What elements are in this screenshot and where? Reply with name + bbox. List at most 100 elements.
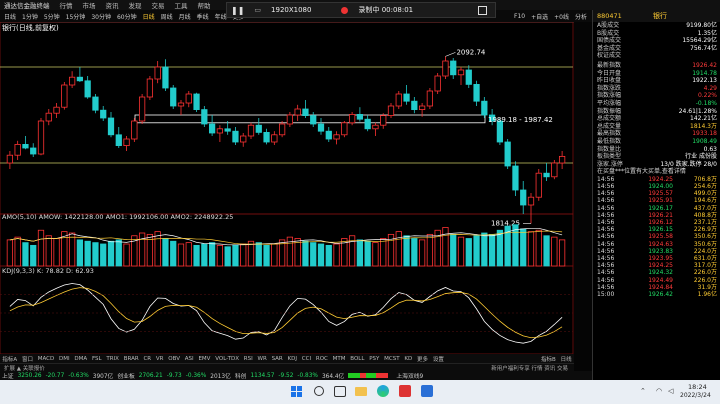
tick-price: 1924.25 [648,175,673,183]
indicator-tab[interactable]: BOLL [350,356,364,362]
candle-body [247,124,255,137]
period-year[interactable]: 年线 [215,12,227,21]
candle-body [333,134,340,140]
task-view-icon[interactable] [334,386,346,397]
stop-icon[interactable] [478,5,487,15]
indicator-tab[interactable]: VOL-TDX [215,356,239,362]
tick-volume: 194.6万 [693,197,717,205]
turnover-row: 国债成交 15564.29亿 [593,37,720,45]
kline-chart[interactable]: 2092.741989.18 - 1987.421814.253 [0,22,574,376]
amo-bar [488,233,496,267]
sz-index-name[interactable]: 创业板 [117,371,134,380]
menu-quotes[interactable]: 行情 [60,0,73,10]
indicator-tab[interactable]: 设置 [433,355,444,363]
period-day-active[interactable]: 日线 [143,12,155,21]
index-stat-label: 指数涨幅 [597,92,622,100]
period-week[interactable]: 周线 [161,12,173,21]
amo-bar [193,244,200,267]
browser-icon[interactable] [377,385,389,397]
tick-row: 14:56 1924.63 350.6万 [593,241,720,248]
indicator-tab-right[interactable]: 日线 [561,355,572,363]
sh-index-name[interactable]: 上证 [2,371,14,380]
indicator-tab[interactable]: KD [404,356,412,362]
tick-time: 14:56 [597,269,615,277]
indicator-tab[interactable]: ROC [316,356,328,362]
indicator-tab[interactable]: MTM [333,356,346,362]
analysis-button[interactable]: 分析 [575,12,587,21]
indicator-tab[interactable]: 指标A [2,355,17,363]
indicator-tab[interactable]: TRIX [106,356,119,362]
tray-volume-icon[interactable]: ◁ [668,387,673,395]
tray-chevron-icon[interactable]: ⌃ [640,387,646,395]
clock-date[interactable]: 2022/3/24 [680,392,711,399]
candle-body [216,128,224,134]
menu-help[interactable]: 帮助 [198,0,211,10]
menu-discover[interactable]: 发现 [129,0,142,10]
windows-start-icon[interactable] [291,386,302,397]
indicator-tab[interactable]: DMA [74,356,87,362]
app-icon-blue[interactable] [421,385,433,397]
period-60min[interactable]: 60分钟 [117,12,137,21]
tick-row: 14:56 1923.95 631.0万 [593,255,720,262]
indicator-tab-right[interactable]: 指标B [541,355,556,363]
add-favorite-button[interactable]: +自选 [531,12,548,21]
indicator-tab[interactable]: RSI [244,356,253,362]
menu-market[interactable]: 市场 [83,0,96,10]
amo-bar [30,244,37,267]
indicator-tab[interactable]: DMI [59,356,70,362]
indicator-tab[interactable]: VR [156,356,164,362]
tick-time: 14:56 [597,247,615,255]
tick-volume: 631.0万 [693,254,717,262]
status-bar: 上证 3250.26 -20.77 -0.63% 3907亿 创业板 2706.… [0,371,610,380]
period-month[interactable]: 月线 [179,12,191,21]
amo-bar [107,240,115,267]
period-30min[interactable]: 30分钟 [91,12,111,21]
search-icon[interactable] [314,386,324,396]
indicator-tab[interactable]: PSY [369,356,379,362]
period-1min[interactable]: 1分钟 [22,12,38,21]
amo-bar [348,235,356,267]
menu-news[interactable]: 资讯 [106,0,119,10]
indicator-tab[interactable]: EMV [198,356,210,362]
indicator-tabs: 指标A 窗口 MACD DMI DMA FSL TRIX BRAR CR VR OBV ASI EMV V… [0,354,574,363]
indicator-tab[interactable]: OBV [168,356,180,362]
tray-wifi-icon[interactable]: ◠ [656,387,662,395]
period-15min[interactable]: 15分钟 [66,12,86,21]
candle-body [512,165,519,191]
candle-body [6,154,14,164]
indicator-tab[interactable]: FSL [92,356,102,362]
tick-volume: 499.0万 [693,190,717,198]
period-quarter[interactable]: 季线 [197,12,209,21]
indicator-tab[interactable]: 更多 [417,355,428,363]
indicator-tab[interactable]: MACD [38,356,55,362]
menu-tools[interactable]: 工具 [175,0,188,10]
menu-trade[interactable]: 交易 [152,0,165,10]
indicator-tab[interactable]: 窗口 [22,355,33,363]
indicator-tab[interactable]: MCST [384,356,399,362]
indicator-tab[interactable]: CCI [302,356,311,362]
indicator-tab[interactable]: CR [143,356,151,362]
indicator-tab[interactable]: KDJ [288,356,297,362]
period-5min[interactable]: 5分钟 [44,12,60,21]
indicator-tab[interactable]: ASI [185,356,194,362]
indicator-tab[interactable]: WR [258,356,267,362]
index-stat-value: 0.63 [703,145,717,153]
kc-index-name[interactable]: 科创 [235,371,247,380]
indicator-tab[interactable]: SAR [272,356,283,362]
big-order-notice[interactable]: 在买盘***位置有大买单,查看详情 [593,168,720,176]
pause-icon[interactable]: ❚❚ [231,6,244,15]
amo-bar [14,236,21,267]
f10-button[interactable]: F10 [514,13,525,20]
period-daily[interactable]: 日线 [4,12,16,21]
amo-bar [364,240,371,267]
clock-time[interactable]: 18:24 [688,383,707,391]
market-bars-icon [348,373,389,378]
indicator-tab[interactable]: BRAR [124,356,139,362]
zero-line-button[interactable]: +0线 [554,12,569,21]
connection-status[interactable]: 上海双线9 [396,371,423,380]
app-icon-red[interactable] [399,385,411,397]
candle-body [193,93,200,110]
folder-icon[interactable] [355,387,367,396]
index-stat-value: -0.18% [695,99,717,107]
candle-body [504,141,511,167]
